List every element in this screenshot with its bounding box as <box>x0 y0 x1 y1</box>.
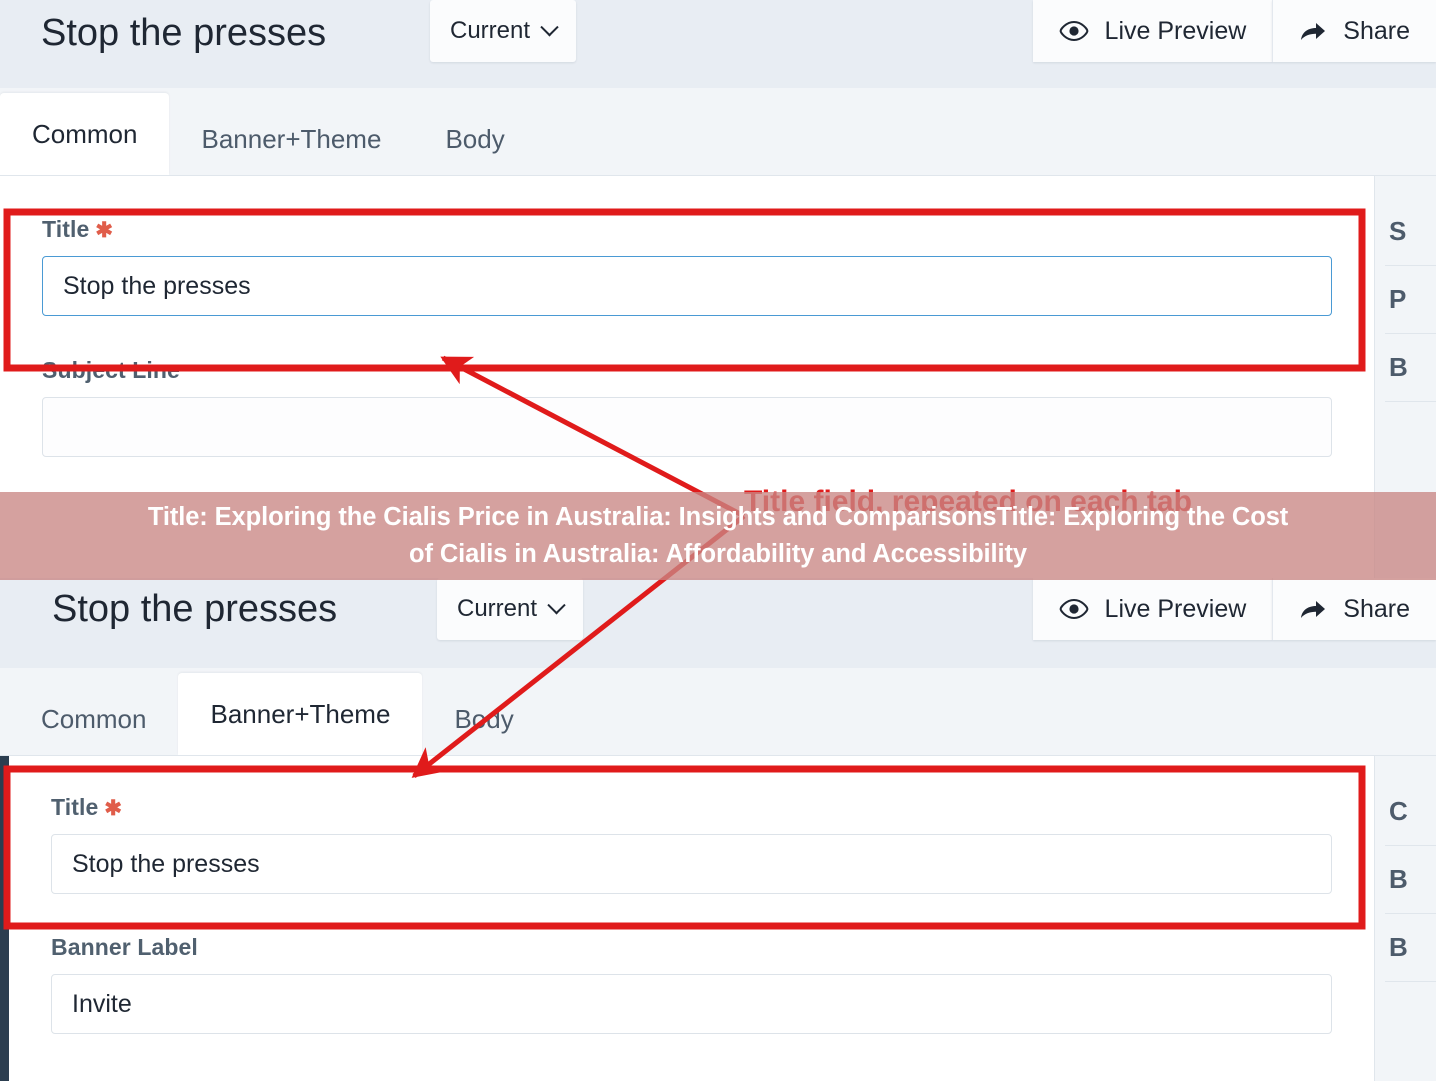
share-label: Share <box>1343 16 1410 45</box>
header-actions: Live Preview Share <box>1032 0 1436 62</box>
live-preview-button[interactable]: Live Preview <box>1032 0 1273 62</box>
live-preview-button[interactable]: Live Preview <box>1032 578 1273 640</box>
tab-strip: Common Banner+Theme Body <box>0 88 1436 176</box>
tab-common[interactable]: Common <box>0 93 170 175</box>
tab-body[interactable]: Body <box>413 103 536 175</box>
tab-banner-theme[interactable]: Banner+Theme <box>169 103 413 175</box>
version-select[interactable]: Current <box>430 0 577 62</box>
sidebar-item-3[interactable]: B <box>1375 914 1436 981</box>
tab-banner-theme[interactable]: Banner+Theme <box>178 673 423 755</box>
eye-icon <box>1059 21 1089 41</box>
share-arrow-icon <box>1299 597 1327 621</box>
live-preview-label: Live Preview <box>1104 16 1247 45</box>
tab-banner-theme-label: Banner+Theme <box>210 698 391 729</box>
sidebar-item-1[interactable]: C <box>1375 778 1436 845</box>
sidebar-divider <box>1385 981 1436 982</box>
tab-banner-theme-label: Banner+Theme <box>201 123 382 154</box>
overlay-banner-line-2: of Cialis in Australia: Affordability an… <box>409 540 1027 568</box>
tab-strip: Common Banner+Theme Body <box>0 668 1436 756</box>
field-title: Title ✱ <box>51 756 1332 894</box>
live-preview-label: Live Preview <box>1104 594 1247 623</box>
panel-body: Title✱ Banner Label C B B <box>9 756 1436 1081</box>
share-label: Share <box>1343 594 1410 623</box>
version-select-label: Current <box>450 17 531 44</box>
page-title: Stop the presses <box>52 588 338 630</box>
app-header: Stop the presses Current Live Preview Sh… <box>0 578 1436 668</box>
sidebar-item-3[interactable]: B <box>1375 334 1436 401</box>
app-header: Stop the presses Current Live Preview Sh… <box>0 0 1436 88</box>
required-asterisk: ✱ <box>104 797 123 820</box>
chevron-down-icon <box>547 595 566 614</box>
chevron-down-icon <box>540 17 559 36</box>
tab-common-label: Common <box>41 703 147 734</box>
share-button[interactable]: Share <box>1272 0 1436 62</box>
version-select-label: Current <box>457 595 538 622</box>
banner-label-field-label: Banner Label <box>51 934 198 960</box>
overlay-banner: Title: Exploring the Cialis Price in Aus… <box>0 492 1436 580</box>
share-arrow-icon <box>1299 19 1327 43</box>
title-input[interactable] <box>42 256 1332 316</box>
share-button[interactable]: Share <box>1272 578 1436 640</box>
screenshot-panel-banner-theme: Stop the presses Current Live Preview Sh… <box>0 578 1436 1081</box>
sidebar-item-2[interactable]: P <box>1375 266 1436 333</box>
field-subject-line: Subject Line <box>42 316 1332 457</box>
subject-line-input[interactable] <box>42 397 1332 457</box>
tab-body-label: Body <box>454 703 514 734</box>
screenshot-root: Stop the presses Current Live Preview Sh… <box>0 0 1436 1081</box>
tab-body[interactable]: Body <box>422 683 545 755</box>
version-select[interactable]: Current <box>437 578 584 640</box>
field-title: Title ✱ <box>42 176 1332 316</box>
sidebar-item-2[interactable]: B <box>1375 846 1436 913</box>
form-column: Title✱ Banner Label <box>9 756 1375 1081</box>
title-input[interactable] <box>51 834 1332 894</box>
overlay-banner-line-1: Title: Exploring the Cialis Price in Aus… <box>147 503 1289 531</box>
field-banner-label: Banner Label <box>51 894 1332 1034</box>
eye-icon <box>1059 599 1089 619</box>
title-field-label: Title ✱ <box>51 794 123 820</box>
right-sidebar: C B B <box>1375 756 1436 1081</box>
tab-common-label: Common <box>32 118 138 149</box>
page-title: Stop the presses <box>41 12 327 54</box>
sidebar-divider <box>1385 401 1436 402</box>
tab-common[interactable]: Common <box>9 683 178 755</box>
required-asterisk: ✱ <box>95 219 114 242</box>
sidebar-item-1[interactable]: S <box>1375 198 1436 265</box>
tab-body-label: Body <box>445 123 505 154</box>
banner-label-input[interactable] <box>51 974 1332 1034</box>
header-actions: Live Preview Share <box>1032 578 1436 640</box>
title-field-label: Title ✱ <box>42 216 114 242</box>
subject-line-field-label: Subject Line <box>42 357 180 383</box>
